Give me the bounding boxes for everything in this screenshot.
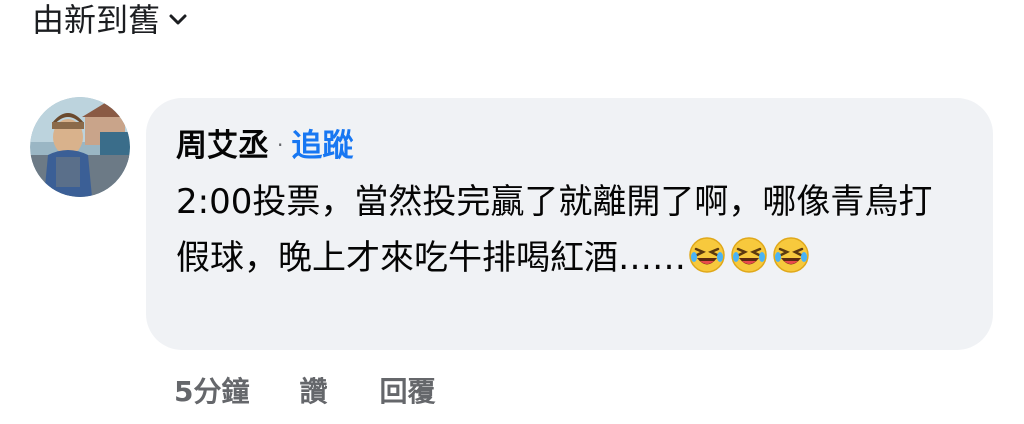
separator-dot: · [277,133,284,157]
sort-dropdown[interactable]: 由新到舊 [32,0,188,40]
comment-header: 周艾丞 · 追蹤 [176,120,353,164]
timestamp[interactable]: 5分鐘 [174,370,249,410]
comment-bubble: 周艾丞 · 追蹤 2:00投票，當然投完贏了就離開了啊，哪像青鳥打假球，晚上才來… [146,98,993,350]
reply-button[interactable]: 回覆 [380,370,436,410]
follow-button[interactable]: 追蹤 [291,120,353,165]
sort-label: 由新到舊 [32,1,161,39]
rolling-on-floor-laughing-icon [729,235,769,275]
avatar[interactable] [30,97,130,197]
rolling-on-floor-laughing-icon [687,235,727,275]
like-button[interactable]: 讚 [299,370,327,410]
comment-actions: 5分鐘 讚 回覆 [174,368,436,412]
rolling-on-floor-laughing-icon [771,235,811,275]
chevron-down-icon [168,10,188,30]
author-name[interactable]: 周艾丞 [176,120,269,165]
comment-text: 2:00投票，當然投完贏了就離開了啊，哪像青鳥打假球，晚上才來吃牛排喝紅酒…… [176,174,966,286]
comment-body: 2:00投票，當然投完贏了就離開了啊，哪像青鳥打假球，晚上才來吃牛排喝紅酒…… [176,182,933,278]
